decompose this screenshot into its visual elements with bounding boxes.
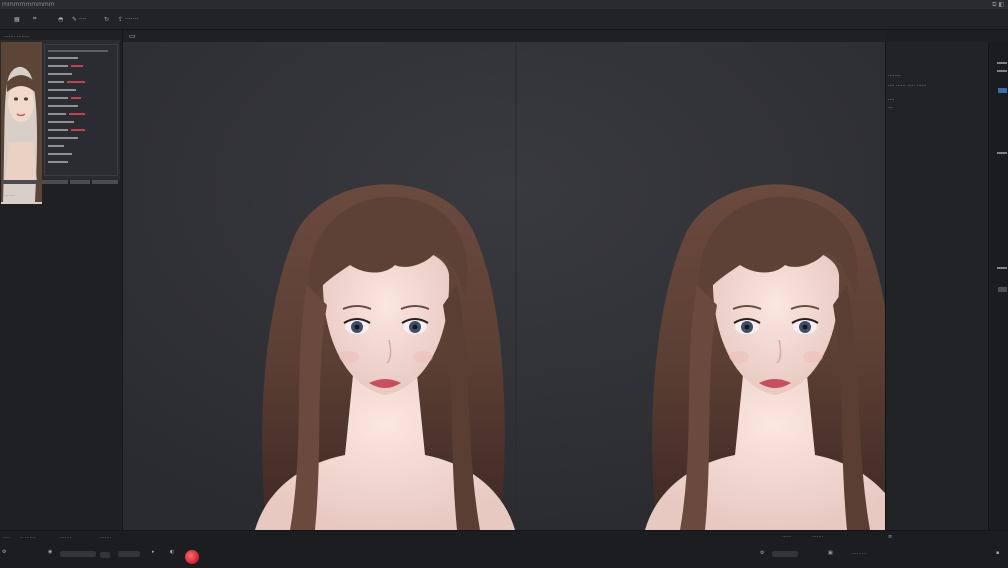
mask-button[interactable]: ◓ bbox=[58, 14, 63, 24]
gear-icon[interactable]: ⚙ bbox=[760, 550, 764, 556]
right-toolstrip bbox=[988, 42, 1008, 530]
mask-icon: ◓ bbox=[58, 15, 64, 23]
right-row-1[interactable]: ········ bbox=[888, 73, 901, 79]
visibility-icon[interactable]: ◉ bbox=[48, 549, 52, 555]
image-canvas[interactable] bbox=[123, 42, 885, 530]
settings-icon[interactable]: ⚙ bbox=[2, 549, 6, 555]
bottom-field-3[interactable] bbox=[118, 551, 140, 557]
bottom-item-2[interactable]: ·· ······· bbox=[20, 535, 36, 541]
left-panel-header: ······· ········ bbox=[4, 34, 30, 40]
right-row-4[interactable]: ··· bbox=[888, 105, 893, 111]
bottom-right-field[interactable] bbox=[772, 551, 798, 557]
comparison-view bbox=[123, 42, 885, 530]
menu-icon[interactable]: ≡ bbox=[888, 534, 892, 540]
window-title: mmmmmmmmm bbox=[2, 1, 55, 8]
window-controls[interactable]: ⧉ ◧ bbox=[992, 1, 1004, 9]
export-label: ······· bbox=[125, 15, 139, 23]
corner-icon[interactable]: ▪ bbox=[996, 550, 999, 556]
grid-icon: ▦ bbox=[14, 15, 20, 23]
step-icon[interactable]: ▸ bbox=[152, 549, 155, 555]
metadata-panel bbox=[44, 44, 118, 176]
bottom-item-1[interactable]: ····· bbox=[2, 535, 10, 541]
left-tab-3[interactable] bbox=[70, 180, 90, 184]
bottom-field-2[interactable] bbox=[100, 552, 110, 558]
brush-icon: ✎ bbox=[72, 15, 78, 23]
grid-button[interactable]: ▦ bbox=[14, 14, 20, 24]
left-tab-2[interactable] bbox=[42, 180, 68, 184]
export-button[interactable]: ⇪ ······· bbox=[118, 14, 138, 24]
rotate-button[interactable]: ↻ bbox=[104, 14, 109, 24]
bottom-right-item-3[interactable]: ········· bbox=[852, 551, 866, 557]
canvas-tab-icon[interactable]: ▭ bbox=[129, 32, 136, 40]
right-row-2[interactable]: ···· ······ ····· ······ bbox=[888, 83, 926, 89]
bottom-right-item-1[interactable]: ······ bbox=[782, 534, 792, 540]
export-icon: ⇪ bbox=[118, 15, 124, 23]
left-tab-4[interactable] bbox=[92, 180, 118, 184]
eye-icon[interactable]: ◐ bbox=[170, 549, 174, 555]
bottom-bar: ····· ·· ······· ········ ······· ⚙ ◉ ▸ … bbox=[0, 530, 1008, 568]
title-bar: mmmmmmmmm ⧉ ◧ bbox=[0, 0, 1008, 9]
bottom-item-3[interactable]: ········ bbox=[60, 535, 73, 541]
rotate-icon: ↻ bbox=[104, 15, 110, 23]
crop-icon: ⌗ bbox=[33, 15, 37, 22]
left-panel-sublabel: ······· bbox=[4, 193, 16, 199]
crop-button[interactable]: ⌗ bbox=[33, 14, 36, 24]
right-panel: ········ ···· ······ ····· ······ ···· ·… bbox=[885, 42, 989, 530]
accent-toggle[interactable] bbox=[998, 88, 1007, 93]
brush-label: ···· bbox=[79, 15, 87, 23]
left-panel-tabs bbox=[2, 180, 118, 184]
left-panel: ······· ········ ······· bbox=[0, 30, 123, 530]
bottom-right-item-2[interactable]: ······· bbox=[812, 534, 823, 540]
strip-toggle[interactable] bbox=[998, 287, 1007, 292]
frame-icon[interactable]: ▣ bbox=[828, 550, 833, 556]
left-tab-1[interactable] bbox=[2, 180, 38, 184]
brush-button[interactable]: ✎ ···· bbox=[72, 14, 87, 24]
record-button[interactable] bbox=[185, 550, 199, 564]
bottom-item-4[interactable]: ······· bbox=[100, 535, 111, 541]
canvas-tab-bar: ▭ bbox=[123, 30, 885, 42]
bottom-field-1[interactable] bbox=[60, 551, 96, 557]
right-row-3[interactable]: ···· bbox=[888, 97, 894, 103]
toolbar: ▦ ⌗ ◓ ✎ ···· ↻ ⇪ ······· bbox=[0, 9, 1008, 30]
